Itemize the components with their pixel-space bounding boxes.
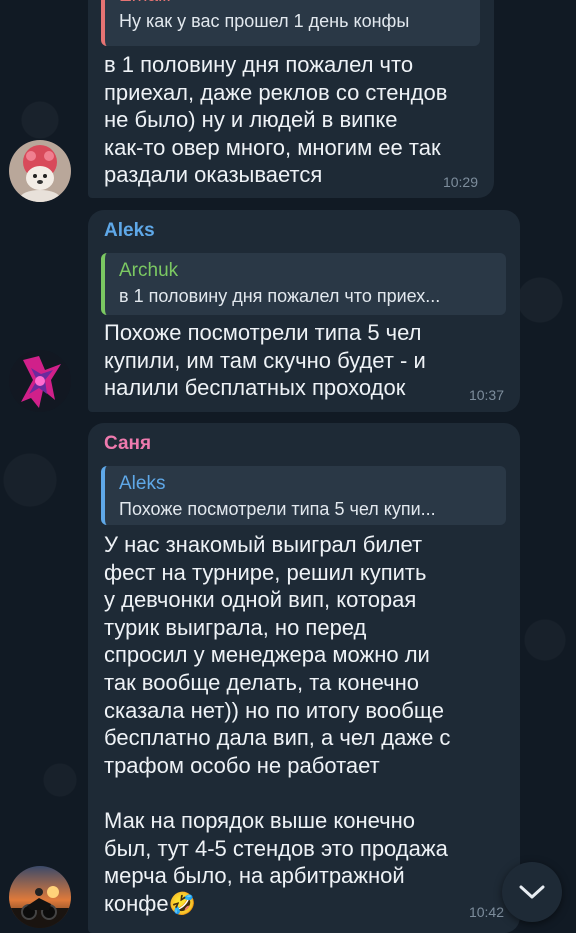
chevron-down-icon bbox=[519, 885, 545, 899]
dog-avatar[interactable] bbox=[9, 140, 71, 202]
message-bubble[interactable]: Emaill Ну как у вас прошел 1 день конфы … bbox=[88, 0, 494, 198]
message-bubble[interactable]: Aleks Archuk в 1 половину дня пожалел чт… bbox=[88, 210, 520, 412]
message-text: Похоже посмотрели типа 5 чел купили, им … bbox=[104, 320, 426, 401]
moto-avatar[interactable] bbox=[9, 866, 71, 928]
message-bubble[interactable]: Саня Aleks Похоже посмотрели типа 5 чел … bbox=[88, 423, 520, 933]
reply-sender: Aleks bbox=[119, 473, 166, 494]
neon-avatar[interactable] bbox=[9, 350, 71, 412]
message-time: 10:29 bbox=[442, 174, 478, 190]
reply-sender: Emaill bbox=[119, 0, 468, 8]
reply-sender: Archuk bbox=[119, 260, 179, 281]
sender-name[interactable]: Aleks bbox=[104, 220, 155, 242]
message-text: в 1 половину дня пожалел что приехал, да… bbox=[104, 52, 448, 188]
reply-text: Похоже посмотрели типа 5 чел купи... bbox=[119, 499, 436, 519]
message-time: 10:42 bbox=[468, 904, 504, 920]
reply-text: Ну как у вас прошел 1 день конфы bbox=[119, 11, 410, 31]
message-text: У нас знакомый выиграл билет фест на тур… bbox=[104, 532, 451, 916]
sender-name[interactable]: Саня bbox=[104, 433, 151, 455]
reply-quote[interactable]: Archuk в 1 половину дня пожалел что прие… bbox=[101, 253, 506, 315]
message-time: 10:37 bbox=[468, 387, 504, 403]
reply-text: в 1 половину дня пожалел что приех... bbox=[119, 286, 441, 306]
reply-quote[interactable]: Emaill Ну как у вас прошел 1 день конфы bbox=[101, 0, 480, 46]
scroll-down-button[interactable] bbox=[502, 862, 562, 922]
reply-quote[interactable]: Aleks Похоже посмотрели типа 5 чел купи.… bbox=[101, 466, 506, 525]
